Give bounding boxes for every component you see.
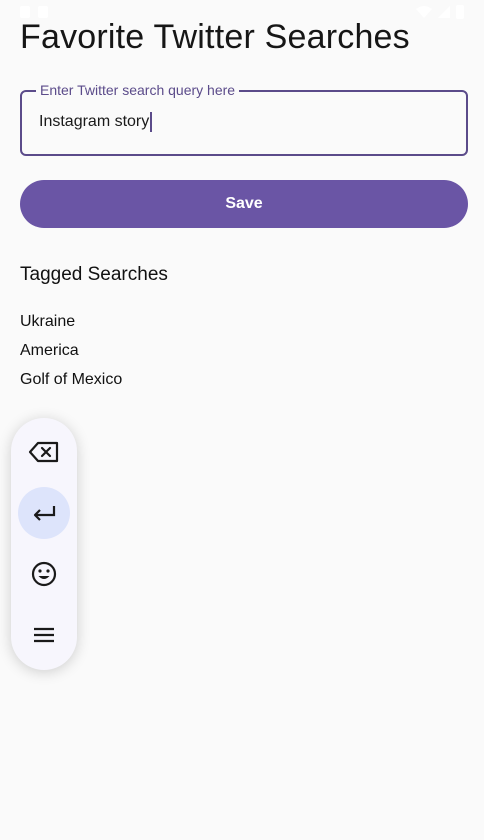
emoji-button[interactable]	[18, 548, 70, 600]
text-cursor	[150, 112, 153, 132]
enter-icon	[33, 506, 56, 521]
search-query-input[interactable]: Instagram story	[39, 112, 153, 132]
menu-button[interactable]	[18, 609, 70, 661]
floating-keyboard-toolbar	[11, 418, 77, 670]
search-query-field[interactable]: Enter Twitter search query here Instagra…	[20, 82, 468, 156]
backspace-button[interactable]	[18, 426, 70, 478]
emoji-icon	[31, 561, 57, 587]
save-button[interactable]: Save	[20, 180, 468, 228]
search-query-label: Enter Twitter search query here	[36, 82, 240, 98]
wifi-icon	[416, 6, 432, 18]
status-right-icons	[416, 5, 464, 19]
signal-icon	[438, 6, 450, 18]
battery-icon	[456, 5, 464, 19]
sim-icon	[20, 6, 30, 18]
tagged-searches-list: Ukraine America Golf of Mexico	[20, 310, 122, 397]
notification-icon	[38, 6, 48, 18]
status-left-icons	[20, 6, 48, 18]
search-query-value: Instagram story	[39, 113, 150, 130]
tagged-search-item[interactable]: America	[20, 339, 122, 368]
menu-icon	[34, 627, 54, 643]
enter-button[interactable]	[18, 487, 70, 539]
page-title: Favorite Twitter Searches	[20, 18, 410, 56]
tagged-search-item[interactable]: Ukraine	[20, 310, 122, 339]
tagged-searches-title: Tagged Searches	[20, 264, 168, 285]
backspace-icon	[28, 441, 59, 463]
tagged-search-item[interactable]: Golf of Mexico	[20, 368, 122, 397]
